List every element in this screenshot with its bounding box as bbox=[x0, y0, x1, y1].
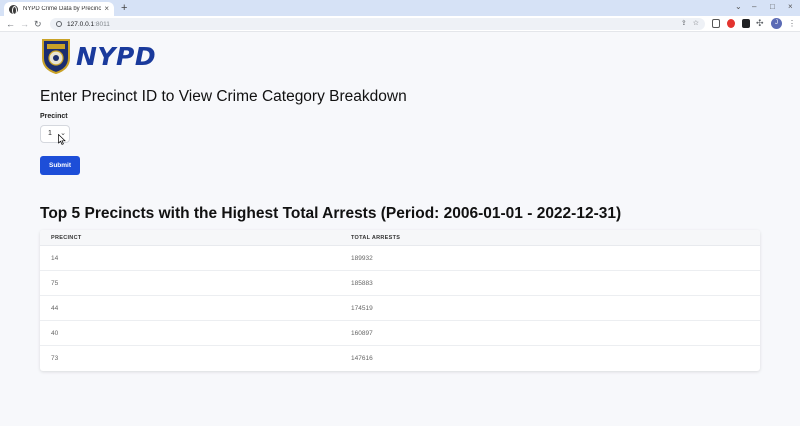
url-host: 127.0.0.1 bbox=[67, 20, 95, 28]
arrests-cell: 174519 bbox=[351, 304, 373, 312]
nypd-logo: NYPD bbox=[40, 38, 156, 74]
menu-kebab-icon[interactable]: ⋮ bbox=[788, 18, 796, 30]
site-info-icon[interactable] bbox=[56, 21, 62, 27]
table-row: 14 189932 bbox=[40, 246, 760, 271]
extension-icon[interactable] bbox=[712, 19, 720, 28]
opera-extension-icon[interactable] bbox=[727, 19, 735, 28]
page-content: NYPD Enter Precinct ID to View Crime Cat… bbox=[0, 33, 800, 426]
page-title: Enter Precinct ID to View Crime Category… bbox=[40, 88, 407, 105]
table-row: 40 160897 bbox=[40, 321, 760, 346]
precinct-selected-value: 1 bbox=[48, 130, 52, 137]
table-row: 75 185883 bbox=[40, 271, 760, 296]
reload-icon[interactable]: ↻ bbox=[34, 18, 42, 30]
arrests-cell: 147616 bbox=[351, 355, 373, 362]
maximize-icon[interactable]: □ bbox=[770, 2, 775, 12]
precinct-cell: 14 bbox=[51, 254, 59, 262]
avatar[interactable]: J bbox=[771, 18, 782, 29]
extensions-puzzle-icon[interactable]: ✣ bbox=[756, 17, 764, 29]
submit-button[interactable]: Submit bbox=[40, 156, 80, 175]
browser-tabstrip: NYPD Crime Data by Precincts & × + ⌄ – □… bbox=[0, 0, 800, 16]
new-tab-button[interactable]: + bbox=[121, 2, 127, 14]
browser-tab[interactable]: NYPD Crime Data by Precincts & × bbox=[4, 2, 114, 16]
forward-icon[interactable]: → bbox=[20, 18, 29, 30]
bookmark-star-icon[interactable]: ☆ bbox=[693, 19, 699, 27]
precinct-cell: 75 bbox=[51, 279, 59, 287]
column-header-total-arrests: TOTAL ARRESTS bbox=[351, 234, 401, 241]
minimize-icon[interactable]: – bbox=[752, 2, 756, 12]
precinct-cell: 73 bbox=[51, 355, 59, 362]
arrests-cell: 189932 bbox=[351, 254, 373, 262]
police-badge-icon bbox=[42, 39, 70, 74]
column-header-precinct: PRECINCT bbox=[51, 234, 82, 241]
browser-toolbar: ← → ↻ 127.0.0.1 :8011 ⇪ ☆ ✣ J ⋮ bbox=[0, 16, 800, 32]
precinct-cell: 40 bbox=[51, 329, 59, 337]
mouse-cursor-icon bbox=[58, 134, 66, 145]
top-precincts-title: Top 5 Precincts with the Highest Total A… bbox=[40, 205, 622, 222]
tab-title: NYPD Crime Data by Precincts & bbox=[23, 6, 102, 12]
top-precincts-table: PRECINCT TOTAL ARRESTS 14 189932 75 1858… bbox=[40, 230, 760, 371]
share-icon[interactable]: ⇪ bbox=[681, 19, 687, 27]
precinct-cell: 44 bbox=[51, 304, 59, 312]
table-row: 44 174519 bbox=[40, 296, 760, 321]
nypd-wordmark: NYPD bbox=[76, 41, 157, 71]
address-bar[interactable]: 127.0.0.1 :8011 ⇪ ☆ bbox=[50, 18, 705, 30]
close-window-icon[interactable]: × bbox=[788, 2, 793, 12]
close-tab-icon[interactable]: × bbox=[104, 5, 109, 13]
arrests-cell: 160897 bbox=[351, 329, 373, 337]
table-row: 73 147616 bbox=[40, 346, 760, 371]
back-icon[interactable]: ← bbox=[6, 18, 15, 30]
url-port: :8011 bbox=[94, 20, 110, 28]
table-header: PRECINCT TOTAL ARRESTS bbox=[40, 230, 760, 246]
extension-icon[interactable] bbox=[742, 19, 750, 28]
globe-icon bbox=[9, 4, 18, 15]
precinct-label: Precinct bbox=[40, 113, 68, 120]
chevron-down-icon[interactable]: ⌄ bbox=[735, 2, 742, 12]
arrests-cell: 185883 bbox=[351, 279, 373, 287]
